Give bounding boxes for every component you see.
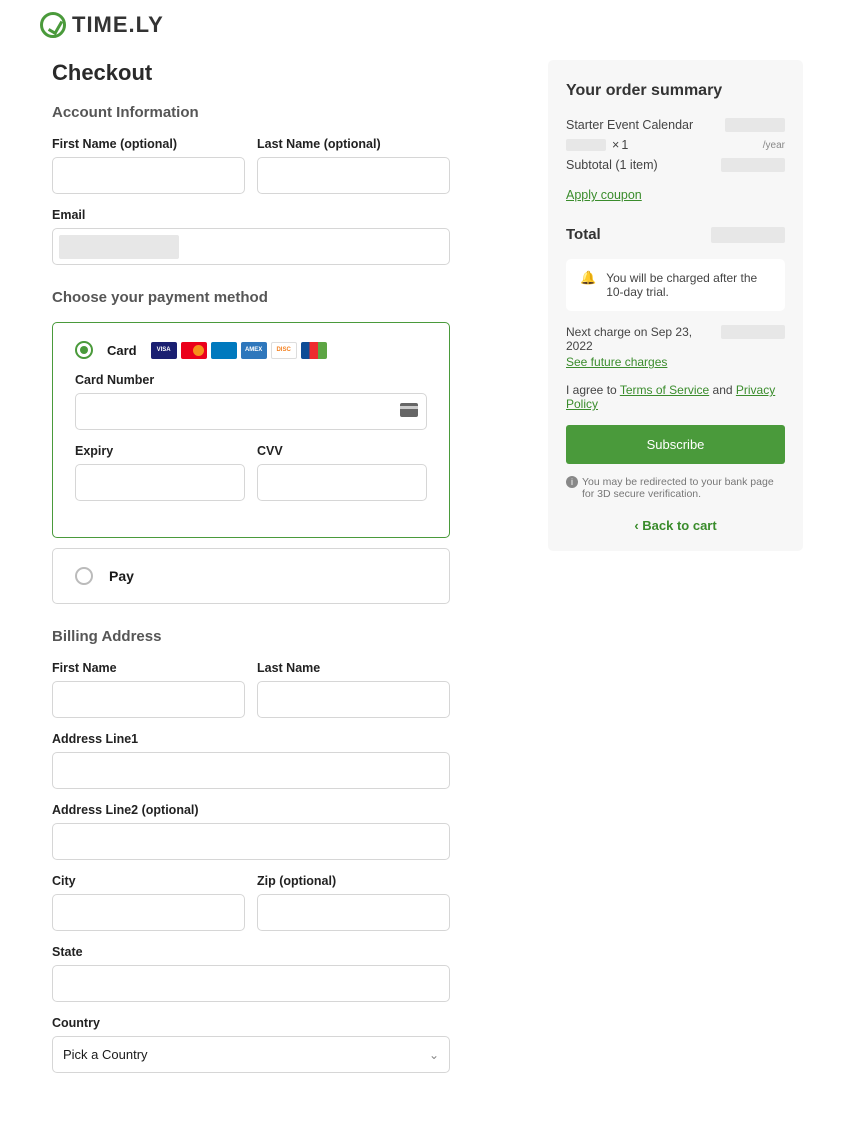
billing-first-name-input[interactable]	[52, 681, 245, 718]
card-option-label: Card	[107, 343, 137, 358]
see-future-link[interactable]: See future charges	[566, 355, 721, 369]
billing-last-name-input[interactable]	[257, 681, 450, 718]
back-to-cart-link[interactable]: Back to cart	[634, 518, 716, 533]
trial-notice: 🔔 You will be charged after the 10-day t…	[566, 259, 785, 311]
amex-icon: AMEX	[241, 342, 267, 359]
product-name: Starter Event Calendar	[566, 118, 693, 132]
country-label: Country	[52, 1016, 450, 1030]
city-label: City	[52, 874, 245, 888]
payment-applepay-option[interactable]: Pay	[52, 548, 450, 604]
visa-icon: VISA	[151, 342, 177, 359]
state-label: State	[52, 945, 450, 959]
next-charge-text: Next charge on Sep 23, 2022	[566, 325, 692, 353]
subtotal-redacted	[721, 158, 785, 172]
address2-input[interactable]	[52, 823, 450, 860]
card-radio-icon[interactable]	[75, 341, 93, 359]
account-heading: Account Information	[52, 104, 450, 121]
card-number-label: Card Number	[75, 373, 427, 387]
payment-card-option[interactable]: Card VISA AMEX DISC Card Number	[52, 322, 450, 538]
credit-card-icon	[400, 403, 418, 417]
jcb-icon	[301, 342, 327, 359]
expiry-input[interactable]	[75, 464, 245, 501]
brand-name: TIME.LY	[72, 12, 164, 38]
last-name-input[interactable]	[257, 157, 450, 194]
email-input[interactable]	[52, 228, 450, 265]
summary-heading: Your order summary	[566, 82, 785, 100]
address1-input[interactable]	[52, 752, 450, 789]
page-title: Checkout	[52, 60, 450, 86]
trial-notice-text: You will be charged after the 10-day tri…	[606, 271, 771, 299]
info-icon: i	[566, 476, 578, 488]
tos-link[interactable]: Terms of Service	[620, 383, 709, 397]
card-brand-icons: VISA AMEX DISC	[151, 342, 327, 359]
billing-first-name-label: First Name	[52, 661, 245, 675]
brand-logo: TIME.LY	[40, 12, 815, 38]
email-label: Email	[52, 208, 450, 222]
discover-icon: DISC	[271, 342, 297, 359]
logo-mark-icon	[40, 12, 66, 38]
card-number-input[interactable]	[75, 393, 427, 430]
expiry-label: Expiry	[75, 444, 245, 458]
billing-last-name-label: Last Name	[257, 661, 450, 675]
applepay-radio-icon[interactable]	[75, 567, 93, 585]
bell-icon: 🔔	[580, 271, 596, 284]
zip-label: Zip (optional)	[257, 874, 450, 888]
chevron-down-icon: ⌄	[429, 1048, 439, 1062]
city-input[interactable]	[52, 894, 245, 931]
unit-price-redacted	[566, 139, 606, 151]
email-redacted-value	[59, 235, 179, 259]
price-redacted	[725, 118, 785, 132]
subscribe-button[interactable]: Subscribe	[566, 425, 785, 464]
state-input[interactable]	[52, 965, 450, 1002]
first-name-label: First Name (optional)	[52, 137, 245, 151]
cvv-input[interactable]	[257, 464, 427, 501]
order-summary: Your order summary Starter Event Calenda…	[548, 60, 803, 551]
address2-label: Address Line2 (optional)	[52, 803, 450, 817]
period-suffix: /year	[763, 140, 785, 151]
apply-coupon-link[interactable]: Apply coupon	[566, 188, 642, 202]
cvv-label: CVV	[257, 444, 427, 458]
diners-icon	[211, 342, 237, 359]
redirect-note-text: You may be redirected to your bank page …	[582, 476, 785, 500]
mastercard-icon	[181, 342, 207, 359]
subtotal-label: Subtotal (1 item)	[566, 158, 658, 172]
payment-heading: Choose your payment method	[52, 289, 450, 306]
first-name-input[interactable]	[52, 157, 245, 194]
last-name-label: Last Name (optional)	[257, 137, 450, 151]
agree-text: I agree to Terms of Service and Privacy …	[566, 383, 785, 411]
zip-input[interactable]	[257, 894, 450, 931]
qty-value: 1	[621, 138, 628, 152]
country-select[interactable]: Pick a Country ⌄	[52, 1036, 450, 1073]
total-label: Total	[566, 226, 601, 243]
country-placeholder: Pick a Country	[63, 1047, 148, 1062]
total-redacted	[711, 227, 785, 243]
address1-label: Address Line1	[52, 732, 450, 746]
billing-heading: Billing Address	[52, 628, 450, 645]
next-charge-amount-redacted	[721, 325, 785, 339]
qty-prefix: ×	[612, 138, 619, 152]
applepay-label: Pay	[107, 568, 134, 584]
